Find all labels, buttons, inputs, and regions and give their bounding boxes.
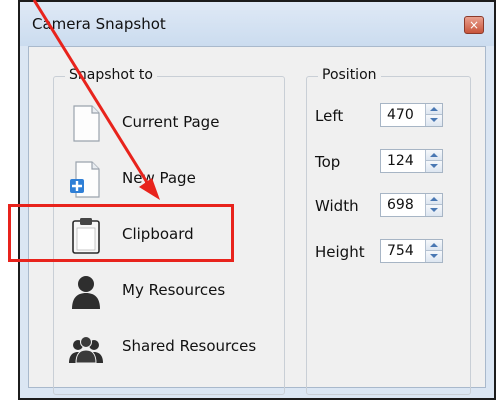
pointer-arrow	[32, 0, 160, 200]
